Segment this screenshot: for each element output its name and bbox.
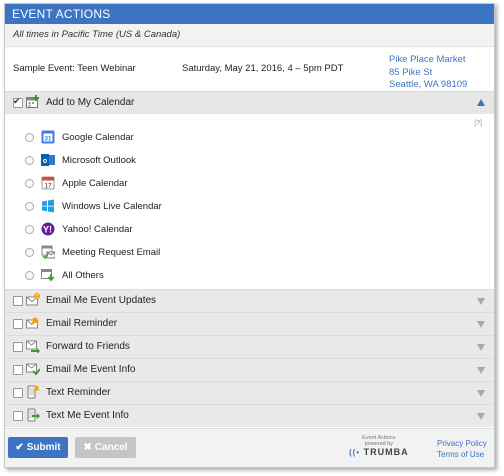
trumba-brand: TRUMBA	[363, 447, 409, 457]
help-link[interactable]: [?]	[474, 120, 482, 127]
add-calendar-icon	[26, 95, 39, 108]
email-reminder-checkbox[interactable]	[13, 319, 23, 329]
expand-arrow-icon[interactable]	[477, 344, 485, 351]
meeting-request-icon	[41, 245, 55, 259]
footer-links: Privacy Policy Terms of Use	[437, 438, 487, 460]
powered-by-trumba[interactable]: Event Actions powered by ((• TRUMBA	[349, 435, 409, 457]
apple-calendar-label: Apple Calendar	[62, 177, 128, 189]
terms-of-use-link[interactable]: Terms of Use	[437, 449, 487, 460]
text-reminder-icon	[27, 385, 40, 399]
event-actions-panel: EVENT ACTIONS All times in Pacific Time …	[4, 3, 495, 468]
option-apple-calendar[interactable]: 17 Apple Calendar	[25, 174, 128, 192]
email-info-label: Email Me Event Info	[46, 364, 136, 375]
meeting-request-email-label: Meeting Request Email	[62, 246, 161, 258]
section-email-me-event-info[interactable]: Email Me Event Info	[5, 358, 494, 381]
add-to-calendar-checkbox[interactable]	[13, 96, 23, 108]
section-forward-to-friends[interactable]: Forward to Friends	[5, 335, 494, 358]
cancel-button[interactable]: ✖ Cancel	[75, 437, 136, 458]
broadcast-icon: ((•	[349, 448, 361, 457]
yahoo-calendar-label: Yahoo! Calendar	[62, 223, 133, 235]
all-others-label: All Others	[62, 269, 104, 281]
section-add-to-calendar[interactable]: Add to My Calendar	[5, 91, 494, 114]
panel-title: EVENT ACTIONS	[12, 7, 111, 21]
section-email-me-event-updates[interactable]: ! Email Me Event Updates	[5, 289, 494, 312]
windows-live-calendar-radio[interactable]	[25, 201, 34, 211]
option-all-others[interactable]: All Others	[25, 266, 104, 284]
expand-arrow-icon[interactable]	[477, 390, 485, 397]
text-reminder-checkbox[interactable]	[13, 388, 23, 398]
windows-live-calendar-label: Windows Live Calendar	[62, 200, 162, 212]
google-calendar-icon: 31	[41, 130, 55, 144]
event-summary: Sample Event: Teen Webinar Saturday, May…	[5, 47, 494, 91]
download-calendar-icon	[41, 269, 55, 282]
email-reminder-icon	[26, 317, 39, 329]
close-icon: ✖	[83, 442, 92, 453]
email-info-checkbox[interactable]	[13, 365, 23, 375]
event-name: Sample Event: Teen Webinar	[13, 63, 136, 74]
footer: ✔ Submit ✖ Cancel Event Actions powered …	[5, 428, 494, 467]
google-calendar-label: Google Calendar	[62, 131, 134, 143]
microsoft-outlook-label: Microsoft Outlook	[62, 154, 136, 166]
submit-label: Submit	[26, 442, 61, 453]
yahoo-icon: Y!	[41, 222, 55, 236]
email-reminder-label: Email Reminder	[46, 318, 118, 329]
calendar-options: [?] 31 Google Calendar o Microsoft Outlo…	[5, 114, 494, 289]
trumba-logo: ((• TRUMBA	[349, 447, 409, 457]
svg-text:Y!: Y!	[43, 225, 52, 235]
expand-arrow-icon[interactable]	[477, 413, 485, 420]
option-meeting-request-email[interactable]: Meeting Request Email	[25, 243, 160, 261]
svg-text:31: 31	[45, 137, 52, 143]
google-calendar-radio[interactable]	[25, 132, 34, 142]
cancel-label: Cancel	[94, 442, 128, 453]
location-line-1[interactable]: Pike Place Market	[389, 54, 467, 67]
forward-icon	[26, 340, 40, 353]
windows-icon	[42, 199, 54, 213]
location-line-2[interactable]: 85 Pike St	[389, 67, 467, 80]
text-info-label: Text Me Event Info	[46, 410, 129, 421]
privacy-policy-link[interactable]: Privacy Policy	[437, 438, 487, 449]
option-microsoft-outlook[interactable]: o Microsoft Outlook	[25, 151, 136, 169]
expand-arrow-icon[interactable]	[477, 367, 485, 374]
expand-arrow-icon[interactable]	[477, 321, 485, 328]
timezone-note: All times in Pacific Time (US & Canada)	[5, 24, 494, 47]
email-updates-label: Email Me Event Updates	[46, 295, 157, 306]
text-info-checkbox[interactable]	[13, 411, 23, 421]
section-text-reminder[interactable]: Text Reminder	[5, 381, 494, 404]
forward-checkbox[interactable]	[13, 342, 23, 352]
apple-calendar-radio[interactable]	[25, 178, 34, 188]
add-to-calendar-label: Add to My Calendar	[46, 97, 135, 108]
meeting-request-email-radio[interactable]	[25, 247, 34, 257]
expand-arrow-icon[interactable]	[477, 298, 485, 305]
email-updates-icon: !	[26, 293, 40, 306]
event-datetime: Saturday, May 21, 2016, 4 – 5pm PDT	[182, 63, 344, 74]
text-reminder-label: Text Reminder	[46, 387, 111, 398]
microsoft-outlook-radio[interactable]	[25, 155, 34, 165]
checkmark-icon: ✔	[15, 442, 24, 453]
email-updates-checkbox[interactable]	[13, 296, 23, 306]
option-google-calendar[interactable]: 31 Google Calendar	[25, 128, 134, 146]
panel-header: EVENT ACTIONS	[5, 4, 494, 24]
submit-button[interactable]: ✔ Submit	[8, 437, 68, 458]
collapse-arrow-icon[interactable]	[477, 99, 485, 106]
outlook-icon: o	[41, 154, 55, 166]
location-line-3[interactable]: Seattle, WA 98109	[389, 79, 467, 92]
yahoo-calendar-radio[interactable]	[25, 224, 34, 234]
section-text-me-event-info[interactable]: Text Me Event Info	[5, 404, 494, 427]
email-info-icon	[26, 363, 40, 376]
section-email-reminder[interactable]: Email Reminder	[5, 312, 494, 335]
text-info-icon	[27, 408, 40, 422]
forward-label: Forward to Friends	[46, 341, 130, 352]
all-others-radio[interactable]	[25, 270, 34, 280]
event-location[interactable]: Pike Place Market 85 Pike St Seattle, WA…	[389, 54, 467, 92]
option-windows-live-calendar[interactable]: Windows Live Calendar	[25, 197, 162, 215]
option-yahoo-calendar[interactable]: Y! Yahoo! Calendar	[25, 220, 133, 238]
svg-text:17: 17	[44, 183, 52, 190]
apple-calendar-icon: 17	[41, 176, 55, 190]
svg-text:o: o	[43, 158, 47, 165]
